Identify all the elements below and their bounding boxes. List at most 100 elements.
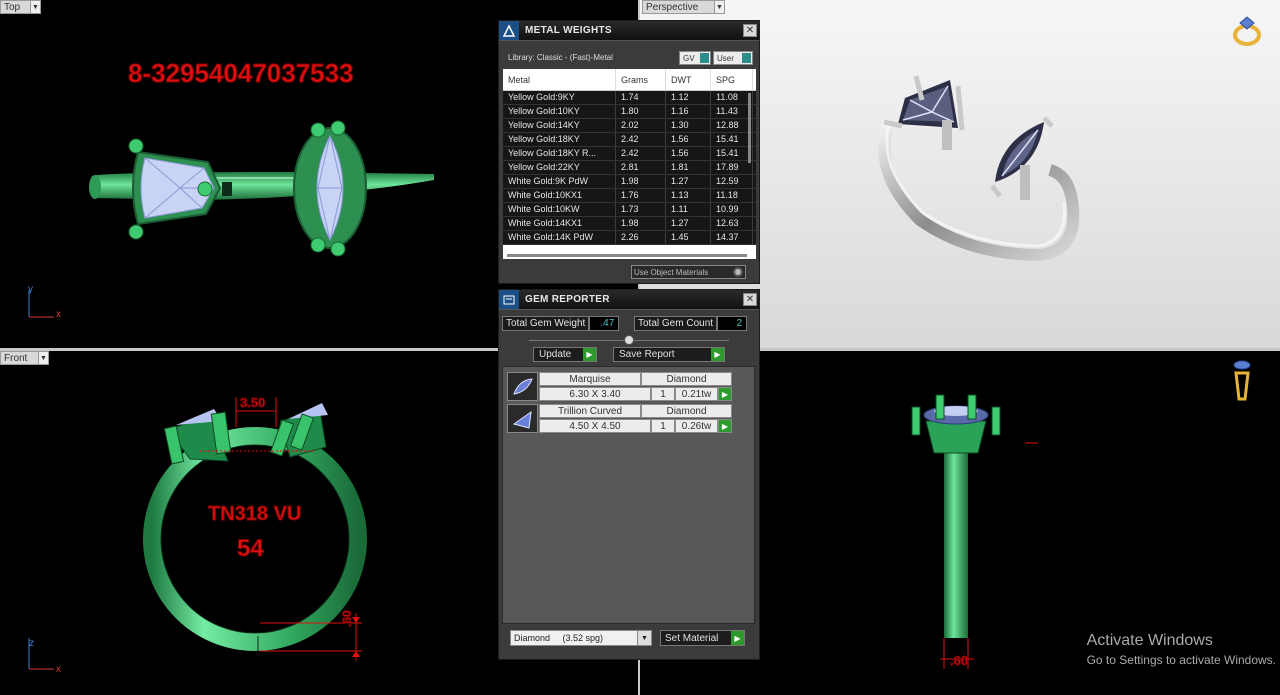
dimension-bottom-label: .60 bbox=[949, 653, 969, 669]
chevron-down-icon[interactable]: ▼ bbox=[38, 352, 48, 364]
trillion-gem-icon bbox=[507, 404, 538, 433]
list-item[interactable]: Marquise Diamond 6.30 X 3.40 1 0.21tw ▶ bbox=[507, 372, 732, 401]
chevron-down-icon[interactable]: ▼ bbox=[714, 1, 724, 13]
cell-dwt: 1.12 bbox=[666, 91, 711, 104]
cell-metal: White Gold:14KX1 bbox=[503, 217, 616, 230]
cell-spg: 11.08 bbox=[711, 91, 753, 104]
use-object-materials-toggle[interactable]: Use Object Materials bbox=[631, 265, 746, 279]
chevron-down-icon[interactable]: ▼ bbox=[30, 1, 40, 13]
axis-z-label: z bbox=[29, 638, 34, 649]
cell-metal: White Gold:10KW bbox=[503, 203, 616, 216]
close-icon[interactable]: ✕ bbox=[743, 24, 757, 37]
cell-spg: 12.59 bbox=[711, 175, 753, 188]
gem-size: 4.50 X 4.50 bbox=[539, 419, 651, 433]
cell-grams: 2.42 bbox=[616, 133, 666, 146]
cell-spg: 12.88 bbox=[711, 119, 753, 132]
total-gem-weight: Total Gem Weight .47 bbox=[502, 316, 620, 331]
column-header-metal[interactable]: Metal bbox=[503, 69, 616, 90]
viewport-label-top[interactable]: Top ▼ bbox=[0, 0, 41, 14]
cell-spg: 15.41 bbox=[711, 133, 753, 146]
play-icon: ▶ bbox=[731, 631, 744, 645]
gem-material: Diamond bbox=[641, 404, 732, 418]
gem-weight: 0.21tw bbox=[675, 387, 718, 401]
save-report-button[interactable]: Save Report ▶ bbox=[613, 347, 725, 362]
save-report-label: Save Report bbox=[619, 349, 675, 360]
column-header-dwt[interactable]: DWT bbox=[666, 69, 711, 90]
watermark-line-2: Go to Settings to activate Windows. bbox=[1086, 653, 1276, 667]
axis-y-label: y bbox=[28, 284, 33, 295]
table-row[interactable]: White Gold:10KW 1.73 1.11 10.99 bbox=[503, 203, 756, 217]
viewport-label-perspective[interactable]: Perspective ▼ bbox=[642, 0, 725, 14]
metal-weights-icon bbox=[499, 21, 519, 40]
ring-size-text: 54 bbox=[237, 535, 265, 563]
cell-metal: Yellow Gold:10KY bbox=[503, 105, 616, 118]
update-label: Update bbox=[539, 349, 572, 360]
play-icon: ▶ bbox=[583, 348, 596, 361]
table-row[interactable]: White Gold:14K PdW 2.26 1.45 14.37 bbox=[503, 231, 756, 245]
panel-title-bar[interactable]: GEM REPORTER ✕ bbox=[499, 290, 759, 310]
viewport-label-front[interactable]: Front ▼ bbox=[0, 351, 49, 365]
update-button[interactable]: Update ▶ bbox=[533, 347, 597, 362]
table-row[interactable]: Yellow Gold:18KY 2.42 1.56 15.41 bbox=[503, 133, 756, 147]
horizontal-scrollbar[interactable] bbox=[507, 254, 747, 257]
column-header-grams[interactable]: Grams bbox=[616, 69, 666, 90]
gem-reporter-panel: GEM REPORTER ✕ Total Gem Weight .47 Tota… bbox=[498, 289, 760, 660]
set-material-label: Set Material bbox=[665, 632, 719, 644]
set-material-button[interactable]: Set Material ▶ bbox=[660, 630, 745, 646]
viewport-label-text: Front bbox=[4, 352, 28, 364]
table-row[interactable]: White Gold:10KX1 1.76 1.13 11.18 bbox=[503, 189, 756, 203]
play-icon[interactable]: ▶ bbox=[718, 419, 732, 433]
cell-metal: Yellow Gold:14KY bbox=[503, 119, 616, 132]
collapse-knob[interactable] bbox=[624, 335, 634, 345]
table-row[interactable]: Yellow Gold:22KY 2.81 1.81 17.89 bbox=[503, 161, 756, 175]
toggle-icon bbox=[742, 53, 751, 63]
play-icon[interactable]: ▶ bbox=[718, 387, 732, 401]
serial-number-text: 8-32954047037533 bbox=[128, 58, 355, 89]
cell-metal: White Gold:10KX1 bbox=[503, 189, 616, 202]
vertical-scrollbar[interactable] bbox=[748, 93, 751, 163]
close-icon[interactable]: ✕ bbox=[743, 293, 757, 306]
gem-list[interactable]: Marquise Diamond 6.30 X 3.40 1 0.21tw ▶ … bbox=[502, 366, 755, 624]
cell-spg: 11.18 bbox=[711, 189, 753, 202]
table-row[interactable]: Yellow Gold:9KY 1.74 1.12 11.08 bbox=[503, 91, 756, 105]
cell-grams: 2.42 bbox=[616, 147, 666, 160]
viewport-label-text: Top bbox=[4, 1, 21, 13]
gem-qty: 1 bbox=[651, 387, 675, 401]
cell-metal: Yellow Gold:18KY bbox=[503, 133, 616, 146]
column-header-spg[interactable]: SPG bbox=[711, 69, 753, 90]
material-select[interactable]: Diamond (3.52 spg) ▼ bbox=[510, 630, 652, 646]
material-select-value: Diamond (3.52 spg) bbox=[514, 633, 604, 643]
gv-toggle[interactable]: GV bbox=[679, 51, 711, 65]
table-row[interactable]: Yellow Gold:18KY R... 2.42 1.56 15.41 bbox=[503, 147, 756, 161]
gem-material: Diamond bbox=[641, 372, 732, 386]
list-item[interactable]: Trillion Curved Diamond 4.50 X 4.50 1 0.… bbox=[507, 404, 732, 433]
cell-dwt: 1.27 bbox=[666, 175, 711, 188]
gem-reporter-icon bbox=[499, 290, 519, 309]
table-row[interactable]: Yellow Gold:14KY 2.02 1.30 12.88 bbox=[503, 119, 756, 133]
panel-title: METAL WEIGHTS bbox=[525, 25, 612, 36]
cell-metal: Yellow Gold:22KY bbox=[503, 161, 616, 174]
user-toggle[interactable]: User bbox=[713, 51, 753, 65]
play-icon: ▶ bbox=[711, 348, 724, 361]
table-row[interactable]: White Gold:14KX1 1.98 1.27 12.63 bbox=[503, 217, 756, 231]
cell-grams: 2.81 bbox=[616, 161, 666, 174]
viewport-label-text: Perspective bbox=[646, 1, 699, 13]
table-row[interactable]: Yellow Gold:10KY 1.80 1.16 11.43 bbox=[503, 105, 756, 119]
cell-dwt: 1.16 bbox=[666, 105, 711, 118]
cell-dwt: 1.56 bbox=[666, 133, 711, 146]
table-row[interactable]: White Gold:9K PdW 1.98 1.27 12.59 bbox=[503, 175, 756, 189]
axis-x-label: x bbox=[56, 309, 61, 320]
cell-dwt: 1.13 bbox=[666, 189, 711, 202]
cell-grams: 1.74 bbox=[616, 91, 666, 104]
cell-spg: 12.63 bbox=[711, 217, 753, 230]
cell-spg: 14.37 bbox=[711, 231, 753, 244]
table-header: Metal Grams DWT SPG bbox=[503, 69, 756, 91]
metal-weights-table[interactable]: Metal Grams DWT SPG Yellow Gold:9KY 1.74 1… bbox=[503, 69, 756, 259]
pendant-icon bbox=[1233, 360, 1251, 401]
panel-title-bar[interactable]: METAL WEIGHTS ✕ bbox=[499, 21, 759, 41]
cell-grams: 2.26 bbox=[616, 231, 666, 244]
library-label: Library: Classic - (Fast)-Metal bbox=[508, 53, 613, 62]
cell-metal: Yellow Gold:9KY bbox=[503, 91, 616, 104]
user-label: User bbox=[717, 53, 734, 63]
watermark-line-1: Activate Windows bbox=[1086, 632, 1213, 649]
